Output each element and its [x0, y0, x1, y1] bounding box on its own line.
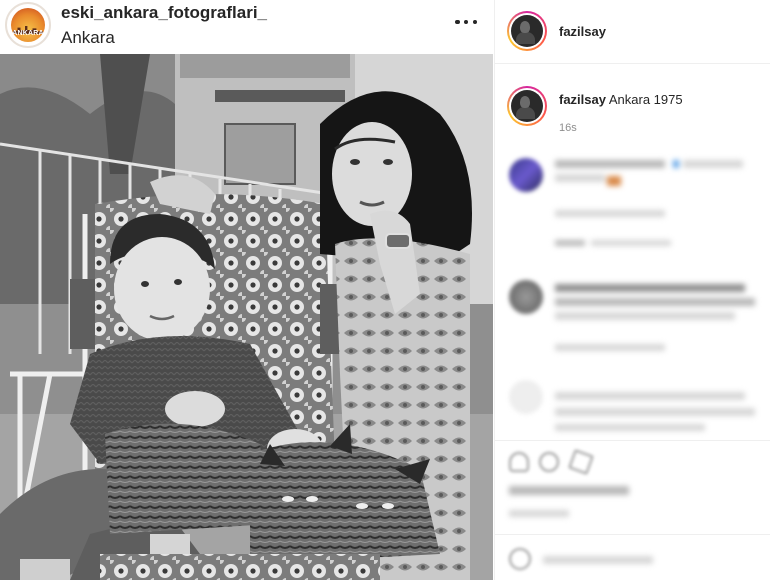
emoji-icon[interactable]: [509, 548, 531, 570]
post-side-panel: fazilsay fazilsay Ankara 1975 16s: [494, 0, 770, 580]
caption-text: Ankara 1975: [605, 92, 683, 107]
author-header: fazilsay: [495, 0, 770, 64]
caption-username[interactable]: fazilsay: [559, 92, 606, 107]
actions-divider: [495, 440, 770, 441]
post-header: ANKARA eski_ankara_fotograflari_ Ankara: [0, 0, 493, 54]
comment-blurred: [555, 282, 765, 362]
comment-blurred: [555, 158, 765, 258]
comment-blurred: [555, 390, 765, 440]
comment-icon[interactable]: [539, 452, 559, 472]
comment-avatar-blurred: [509, 380, 543, 414]
share-icon[interactable]: [568, 449, 594, 475]
heart-icon[interactable]: [509, 452, 529, 472]
caption: fazilsay Ankara 1975: [559, 92, 683, 107]
author-username[interactable]: fazilsay: [559, 24, 606, 39]
avatar-logo-text: ANKARA: [12, 30, 44, 37]
account-username[interactable]: eski_ankara_fotograflari_: [61, 3, 267, 23]
comment-avatar-blurred: [509, 280, 543, 314]
account-avatar[interactable]: ANKARA: [5, 2, 51, 48]
vintage-family-photo: [0, 54, 493, 580]
caption-avatar[interactable]: [507, 86, 547, 126]
likes-blurred: [509, 484, 709, 524]
more-options-icon[interactable]: [455, 15, 477, 29]
comment-input-divider: [495, 534, 770, 535]
comment-input-blurred[interactable]: [543, 552, 703, 568]
author-avatar[interactable]: [507, 11, 547, 51]
post-photo[interactable]: [0, 54, 493, 580]
post-location[interactable]: Ankara: [61, 28, 115, 48]
comment-avatar-blurred: [509, 158, 543, 192]
caption-timestamp: 16s: [559, 122, 577, 134]
